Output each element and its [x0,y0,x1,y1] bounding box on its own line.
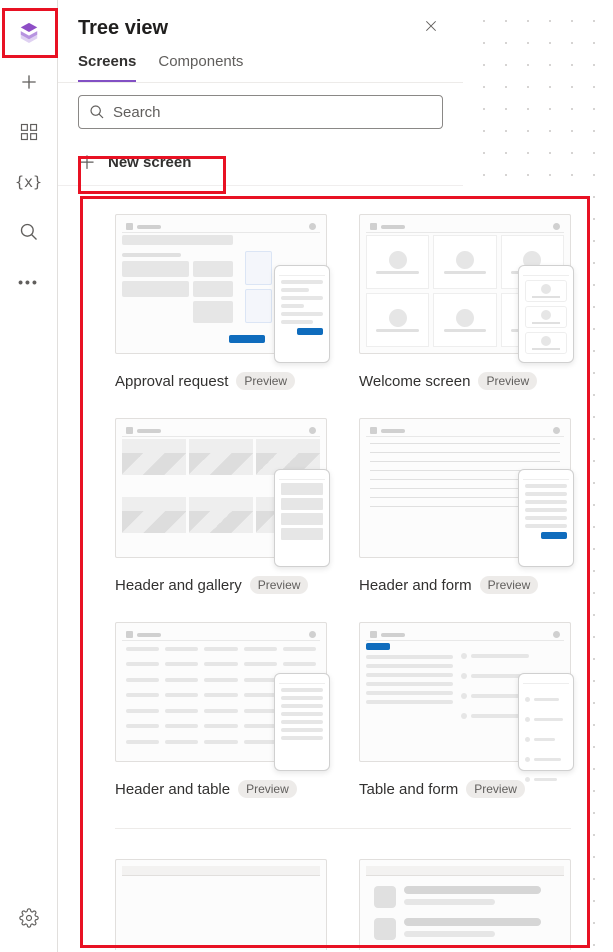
preview-badge: Preview [236,372,295,390]
template-blank[interactable] [115,859,327,950]
template-thumbnail [115,622,327,762]
template-thumbnail [359,859,571,950]
template-thumbnail [115,214,327,354]
search-icon [89,104,105,120]
search-input[interactable] [113,104,432,121]
template-header-and-table[interactable]: Header and table Preview [115,622,327,798]
preview-badge: Preview [238,780,297,798]
template-welcome-screen[interactable]: Welcome screen Preview [359,214,571,390]
close-icon[interactable] [419,14,443,43]
template-thumbnail [359,418,571,558]
panel-tabs: Screens Components [58,43,463,83]
preview-badge: Preview [478,372,537,390]
search-box[interactable] [78,95,443,129]
tab-components[interactable]: Components [158,53,243,82]
template-thumbnail [359,622,571,762]
template-label: Approval request [115,373,228,390]
template-header-and-form[interactable]: Header and form Preview [359,418,571,594]
template-label: Welcome screen [359,373,470,390]
tab-screens[interactable]: Screens [78,53,136,82]
settings-icon[interactable] [9,898,49,938]
search-icon[interactable] [9,212,49,252]
new-screen-templates: Approval request Preview [85,200,593,950]
insert-icon[interactable] [9,62,49,102]
preview-badge: Preview [466,780,525,798]
left-rail: {x} ••• [0,0,58,952]
divider [115,828,571,829]
preview-badge: Preview [480,576,539,594]
template-thumbnail [115,418,327,558]
template-header-and-gallery[interactable]: Header and gallery Preview [115,418,327,594]
tree-view-icon[interactable] [9,12,49,52]
data-icon[interactable] [9,112,49,152]
template-thumbnail [359,214,571,354]
more-icon[interactable]: ••• [9,262,49,302]
template-table-and-form[interactable]: Table and form Preview [359,622,571,798]
plus-icon: ＋ [78,149,96,175]
variables-icon[interactable]: {x} [9,162,49,202]
template-list[interactable] [359,859,571,950]
template-label: Header and form [359,577,472,594]
new-screen-button[interactable]: ＋ New screen [58,141,463,186]
template-thumbnail [115,859,327,950]
template-label: Header and gallery [115,577,242,594]
template-approval-request[interactable]: Approval request Preview [115,214,327,390]
new-screen-label: New screen [108,154,191,171]
template-label: Table and form [359,781,458,798]
preview-badge: Preview [250,576,309,594]
panel-title: Tree view [78,17,168,40]
template-label: Header and table [115,781,230,798]
